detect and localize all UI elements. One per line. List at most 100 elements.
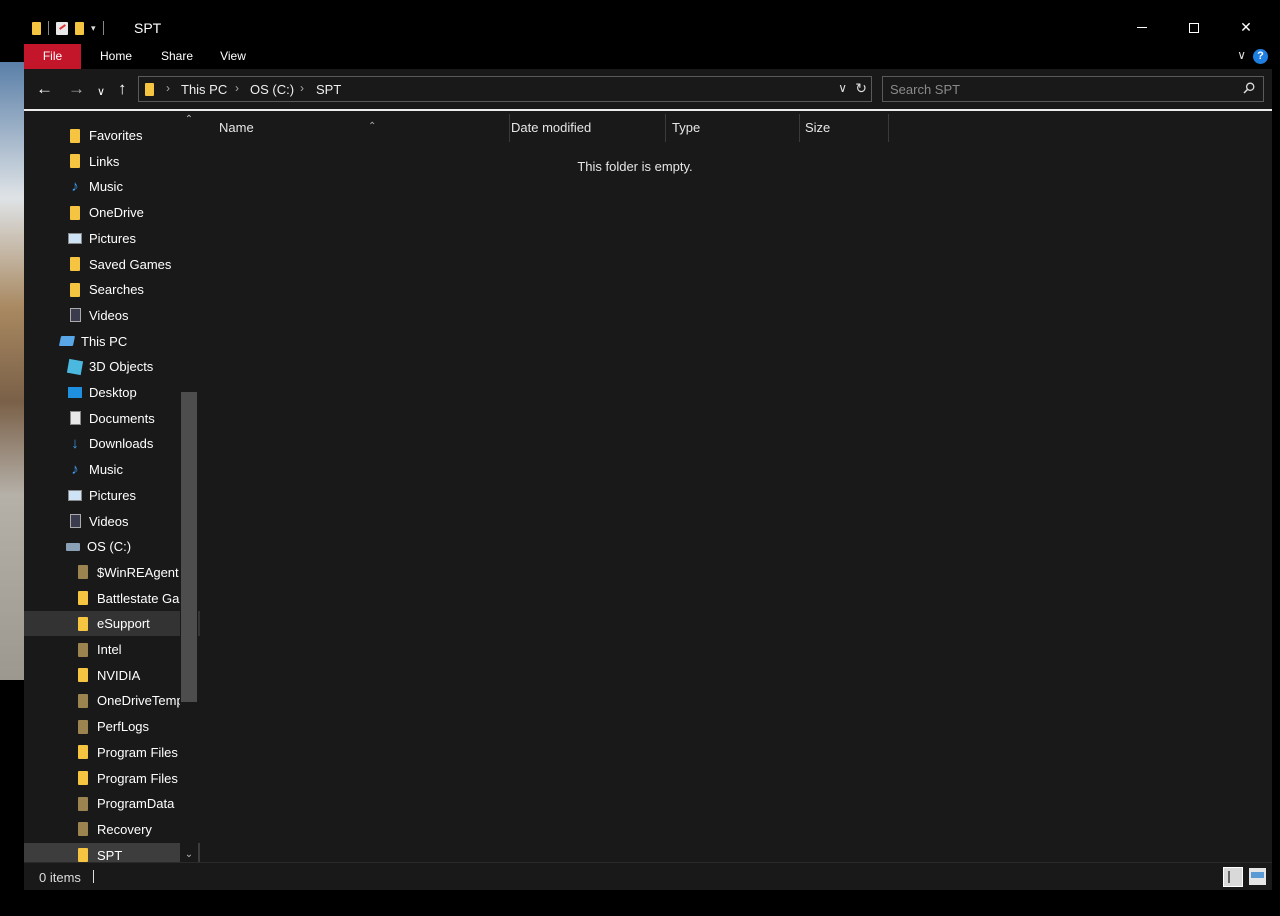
nav-item-pictures[interactable]: Pictures xyxy=(24,226,200,251)
folder-icon xyxy=(32,21,41,35)
nav-item-nvidia[interactable]: NVIDIA xyxy=(24,663,200,688)
maximize-button[interactable] xyxy=(1168,11,1220,44)
nav-item-music[interactable]: ♪ Music xyxy=(24,174,200,199)
folder-icon xyxy=(78,796,88,811)
nav-item-label: Music xyxy=(89,462,123,478)
back-arrow-icon[interactable]: ← xyxy=(36,79,53,99)
search-icon[interactable] xyxy=(1243,82,1255,94)
tab-home[interactable]: Home xyxy=(90,44,142,69)
column-header-date-modified[interactable]: Date modified xyxy=(505,114,666,142)
refresh-icon[interactable]: ↻ xyxy=(855,80,867,97)
nav-item-label: Pictures xyxy=(89,230,136,246)
videos-icon xyxy=(70,308,81,323)
nav-item-recovery[interactable]: Recovery xyxy=(24,817,200,842)
nav-item-music[interactable]: ♪ Music xyxy=(24,457,200,482)
nav-item-program-files[interactable]: Program Files xyxy=(24,766,200,791)
navigation-pane: Favorites Links ♪ Music OneDrive Pictures Save… xyxy=(24,111,200,862)
tab-file[interactable]: File xyxy=(24,44,81,69)
nav-item-label: Pictures xyxy=(89,487,136,503)
window-title: SPT xyxy=(134,20,162,36)
folder-icon xyxy=(78,745,88,760)
desktop-icon xyxy=(68,387,82,398)
folder-icon xyxy=(78,616,88,631)
nav-item-videos[interactable]: Videos xyxy=(24,303,200,328)
nav-item-links[interactable]: Links xyxy=(24,149,200,174)
empty-folder-text: This folder is empty. xyxy=(577,159,693,174)
breadcrumb-spt[interactable]: SPT xyxy=(316,82,341,97)
tab-view[interactable]: View xyxy=(211,44,255,69)
nav-item-videos[interactable]: Videos xyxy=(24,509,200,534)
nav-item-spt[interactable]: SPT xyxy=(24,842,200,862)
nav-item-onedrive[interactable]: OneDrive xyxy=(24,200,200,225)
forward-arrow-icon[interactable]: → xyxy=(68,79,85,99)
nav-item-label: Downloads xyxy=(89,436,154,452)
close-button[interactable]: ✕ xyxy=(1220,11,1272,44)
folder-icon xyxy=(78,719,88,734)
details-view-icon[interactable] xyxy=(1223,867,1243,887)
nav-item-programdata[interactable]: ProgramData xyxy=(24,791,200,816)
breadcrumb-this-pc[interactable]: This PC xyxy=(181,82,227,97)
nav-item-downloads[interactable]: ↓ Downloads xyxy=(24,431,200,456)
chevron-right-icon[interactable]: › xyxy=(300,81,304,95)
nav-item-perflogs[interactable]: PerfLogs xyxy=(24,714,200,739)
nav-item-battlestate-ga[interactable]: Battlestate Ga xyxy=(24,586,200,611)
nav-item-label: OneDrive xyxy=(89,205,144,221)
properties-icon[interactable] xyxy=(56,21,68,35)
3d-objects-icon xyxy=(66,358,84,375)
scrollbar-thumb[interactable] xyxy=(181,392,197,702)
nav-item-onedrivetemp[interactable]: OneDriveTemp xyxy=(24,688,200,713)
scroll-up-icon[interactable]: ⌃ xyxy=(180,113,198,127)
customize-toolbar-icon[interactable]: ▾ xyxy=(91,23,96,34)
nav-item-program-files[interactable]: Program Files xyxy=(24,740,200,765)
nav-item-favorites[interactable]: Favorites xyxy=(24,123,200,148)
tab-share[interactable]: Share xyxy=(152,44,202,69)
nav-item-intel[interactable]: Intel xyxy=(24,637,200,662)
nav-item-os-c[interactable]: OS (C:) xyxy=(24,534,200,559)
search-input[interactable] xyxy=(883,77,1233,101)
ribbon-tabs: File Home Share View ∨ ? xyxy=(24,44,1272,69)
recent-locations-icon[interactable]: ∨ xyxy=(97,82,105,102)
status-separator xyxy=(93,870,94,883)
music-icon: ♪ xyxy=(71,460,79,478)
nav-item-label: eSupport xyxy=(97,616,150,632)
nav-item-documents[interactable]: Documents xyxy=(24,406,200,431)
quick-access-toolbar: ▾ xyxy=(32,19,104,37)
nav-item-label: Program Files xyxy=(97,744,178,760)
nav-item-label: Desktop xyxy=(89,385,137,400)
column-header-type[interactable]: Type xyxy=(666,114,800,142)
column-header-name[interactable]: Name ⌃ xyxy=(213,114,510,142)
nav-item-pictures[interactable]: Pictures xyxy=(24,483,200,508)
scroll-down-icon[interactable]: ⌄ xyxy=(180,848,198,862)
nav-item-label: $WinREAgent xyxy=(97,564,179,580)
help-icon[interactable]: ? xyxy=(1253,49,1268,64)
navigation-bar: ← → ∨ ↑ › This PC › OS (C:) › SPT ∨ ↻ xyxy=(24,69,1272,109)
close-icon: ✕ xyxy=(1240,19,1252,35)
nav-item-this-pc[interactable]: This PC xyxy=(24,329,200,354)
folder-icon xyxy=(78,693,88,708)
nav-item-esupport[interactable]: eSupport xyxy=(24,611,200,637)
address-bar[interactable]: › This PC › OS (C:) › SPT ∨ ↻ xyxy=(138,76,872,102)
folder-icon xyxy=(78,668,88,683)
address-history-icon[interactable]: ∨ xyxy=(838,81,847,95)
nav-item-saved-games[interactable]: Saved Games xyxy=(24,252,200,277)
nav-item-3d-objects[interactable]: 3D Objects xyxy=(24,354,200,379)
expand-ribbon-icon[interactable]: ∨ xyxy=(1237,48,1246,62)
column-header-size[interactable]: Size xyxy=(799,114,889,142)
nav-item-searches[interactable]: Searches xyxy=(24,277,200,302)
chevron-right-icon[interactable]: › xyxy=(235,81,239,95)
chevron-right-icon[interactable]: › xyxy=(166,81,170,95)
new-folder-icon[interactable] xyxy=(75,21,84,35)
breadcrumb-os-c[interactable]: OS (C:) xyxy=(250,82,294,97)
large-icons-view-icon[interactable] xyxy=(1249,868,1266,885)
nav-item-winreagent[interactable]: $WinREAgent xyxy=(24,560,200,585)
folder-icon xyxy=(70,257,80,271)
search-box[interactable] xyxy=(882,76,1264,102)
status-bar: 0 items xyxy=(24,862,1272,890)
nav-item-desktop[interactable]: Desktop xyxy=(24,380,200,405)
up-arrow-icon[interactable]: ↑ xyxy=(118,79,127,99)
minimize-icon xyxy=(1137,27,1147,28)
folder-icon xyxy=(78,771,88,785)
file-explorer-window: ▾ SPT ✕ File Home Share View ∨ ? ← → ∨ ↑… xyxy=(24,11,1272,890)
minimize-button[interactable] xyxy=(1116,11,1168,44)
navigation-scrollbar[interactable]: ⌃ ⌄ xyxy=(180,111,198,862)
